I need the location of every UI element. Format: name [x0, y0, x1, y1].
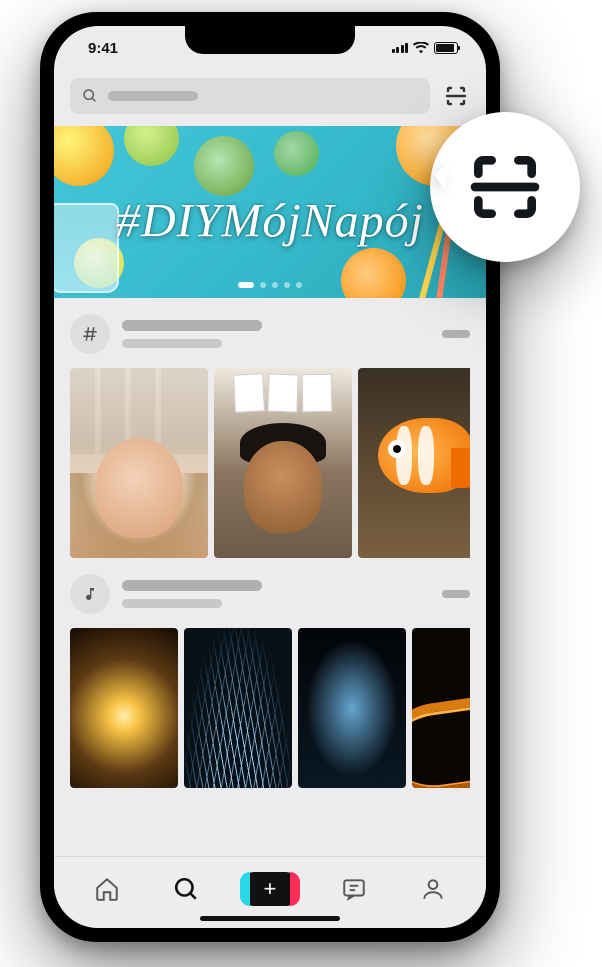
banner-hashtag: #DIYMójNapój — [54, 193, 486, 248]
hashtag-icon — [70, 314, 110, 354]
status-indicators — [392, 42, 459, 54]
scan-callout — [430, 112, 580, 262]
section-more[interactable] — [442, 330, 470, 338]
video-row[interactable] — [70, 368, 470, 558]
decor-fruit — [194, 136, 254, 196]
section-title-skeleton — [122, 320, 430, 348]
nav-discover[interactable] — [166, 869, 206, 909]
section-title-skeleton — [122, 580, 430, 608]
plus-icon: + — [264, 878, 277, 900]
nav-home[interactable] — [87, 869, 127, 909]
status-time: 9:41 — [88, 40, 118, 57]
scan-icon-large — [465, 147, 545, 227]
nav-create[interactable]: + — [244, 872, 296, 906]
decor-fruit — [274, 131, 319, 176]
sound-section — [54, 558, 486, 788]
search-row — [54, 70, 486, 126]
cellular-icon — [392, 43, 409, 53]
nav-inbox[interactable] — [334, 869, 374, 909]
video-thumbnail[interactable] — [184, 628, 292, 788]
wifi-icon — [413, 42, 429, 54]
video-thumbnail[interactable] — [70, 368, 208, 558]
search-icon — [82, 88, 98, 104]
video-thumbnail[interactable] — [412, 628, 470, 788]
battery-icon — [434, 42, 458, 54]
video-thumbnail[interactable] — [70, 628, 178, 788]
video-thumbnail[interactable] — [214, 368, 352, 558]
featured-banner[interactable]: #DIYMójNapój — [54, 126, 486, 298]
music-note-icon — [70, 574, 110, 614]
trend-section — [54, 298, 486, 558]
video-row[interactable] — [70, 628, 470, 788]
home-indicator — [200, 916, 340, 921]
nav-profile[interactable] — [413, 869, 453, 909]
decor-fruit — [124, 126, 179, 166]
video-thumbnail[interactable] — [358, 368, 470, 558]
notch — [185, 26, 355, 54]
video-thumbnail[interactable] — [298, 628, 406, 788]
scan-icon — [444, 84, 468, 108]
section-more[interactable] — [442, 590, 470, 598]
search-placeholder-skeleton — [108, 91, 198, 101]
section-header[interactable] — [70, 574, 470, 614]
section-header[interactable] — [70, 314, 470, 354]
search-input[interactable] — [70, 78, 430, 114]
phone-frame: 9:41 — [40, 12, 500, 942]
scan-button[interactable] — [442, 82, 470, 110]
decor-fruit — [54, 126, 114, 186]
decor-fruit — [341, 248, 406, 298]
pager-dots — [54, 282, 486, 288]
